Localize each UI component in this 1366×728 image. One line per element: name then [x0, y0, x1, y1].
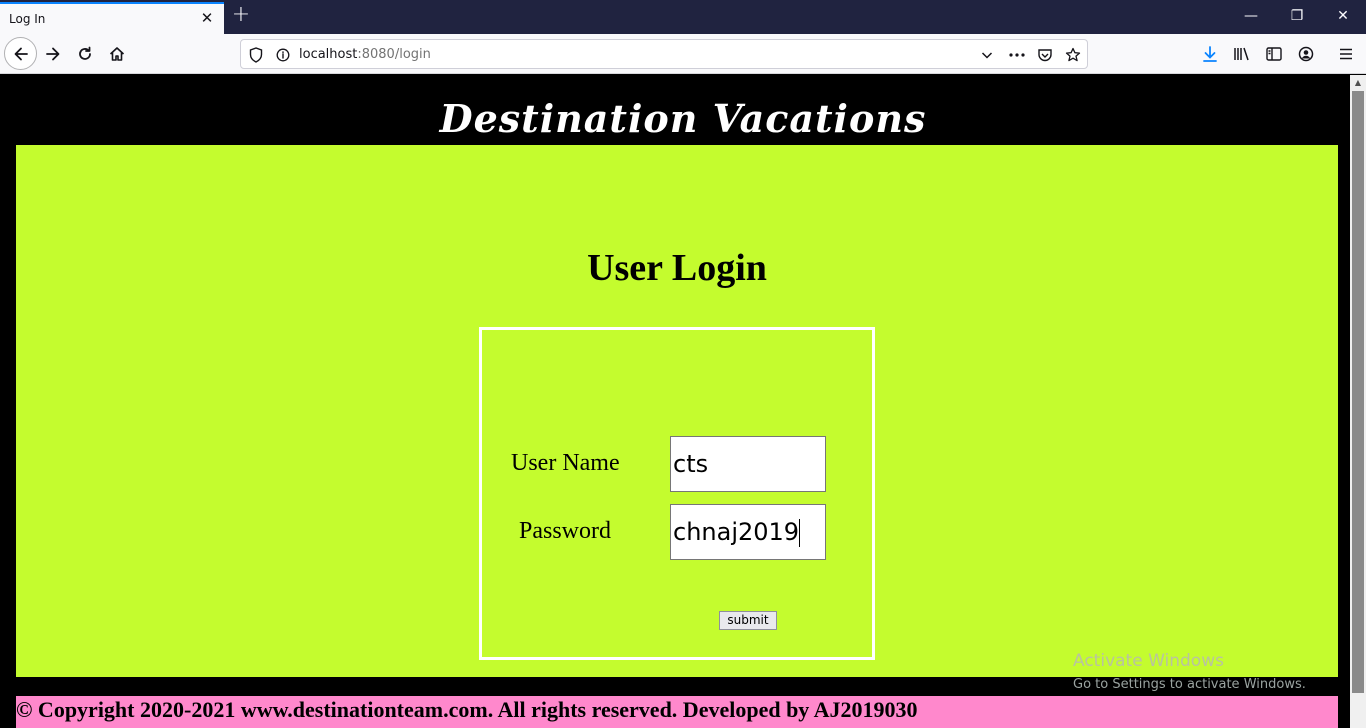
home-icon	[109, 47, 125, 61]
home-button[interactable]	[101, 38, 133, 70]
activate-windows-title: Activate Windows	[1073, 651, 1224, 671]
activate-windows-hint: Go to Settings to activate Windows.	[1073, 677, 1306, 692]
url-host: localhost	[299, 47, 358, 62]
info-icon[interactable]	[273, 45, 293, 65]
restore-button[interactable]: ❐	[1274, 0, 1320, 32]
tab-strip: Log In ✕ + — ❐ ✕	[0, 0, 1366, 34]
username-label: User Name	[511, 450, 620, 476]
library-icon	[1234, 47, 1249, 61]
account-button[interactable]	[1290, 38, 1322, 70]
password-value: chnaj2019	[673, 518, 800, 546]
chevron-down-icon[interactable]	[977, 45, 997, 65]
forward-arrow-icon	[46, 47, 60, 61]
url-path: :8080/login	[357, 47, 431, 62]
library-button[interactable]	[1226, 38, 1258, 70]
scrollbar-thumb[interactable]	[1352, 91, 1364, 693]
url-text[interactable]: localhost:8080/login	[299, 47, 431, 62]
text-cursor	[799, 519, 801, 547]
password-input[interactable]: chnaj2019	[670, 504, 826, 560]
submit-button[interactable]: submit	[719, 611, 777, 630]
download-icon	[1203, 46, 1217, 62]
star-icon[interactable]	[1063, 45, 1083, 65]
username-input[interactable]: cts	[670, 436, 826, 492]
menu-button[interactable]	[1330, 38, 1362, 70]
password-label: Password	[519, 518, 612, 544]
footer-copyright: © Copyright 2020-2021 www.destinationtea…	[16, 697, 918, 722]
tab-title: Log In	[9, 12, 46, 26]
address-bar[interactable]: localhost:8080/login	[240, 39, 1088, 69]
sidebar-icon	[1266, 47, 1282, 61]
hamburger-menu-icon	[1340, 48, 1352, 60]
close-window-button[interactable]: ✕	[1320, 0, 1366, 32]
sidebar-button[interactable]	[1258, 38, 1290, 70]
downloads-button[interactable]	[1194, 38, 1226, 70]
pocket-icon[interactable]	[1035, 45, 1055, 65]
back-button[interactable]	[4, 37, 37, 70]
back-arrow-icon	[14, 47, 28, 60]
tab-login[interactable]: Log In ✕	[0, 2, 224, 34]
page-title: User Login	[587, 247, 767, 289]
scroll-up-icon[interactable]: ▲	[1350, 75, 1366, 91]
navigation-toolbar: localhost:8080/login	[0, 34, 1366, 74]
reload-button[interactable]	[69, 38, 101, 70]
close-tab-icon[interactable]: ✕	[199, 10, 215, 26]
site-title: Destination Vacations	[439, 96, 927, 141]
new-tab-button[interactable]: +	[231, 4, 251, 26]
account-icon	[1298, 46, 1314, 62]
shield-icon[interactable]	[246, 45, 266, 65]
login-form-box	[479, 327, 875, 660]
minimize-button[interactable]: —	[1228, 0, 1274, 32]
more-icon[interactable]	[1007, 45, 1027, 65]
forward-button[interactable]	[37, 38, 69, 70]
reload-icon	[79, 46, 91, 60]
